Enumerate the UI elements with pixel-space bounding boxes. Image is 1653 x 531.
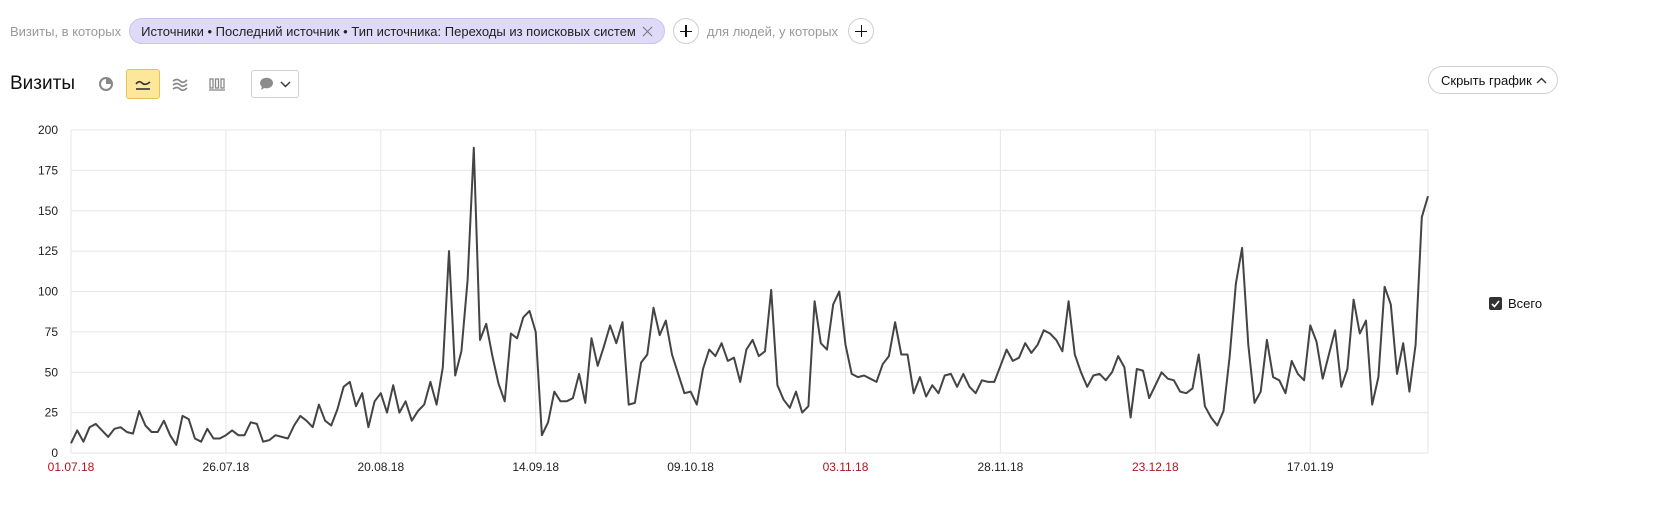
chevron-up-icon [1536,77,1547,83]
x-tick-label: 26.07.18 [203,460,250,474]
view-mode-area-button[interactable] [163,69,197,99]
line-chart-icon [135,80,151,90]
pie-chart-icon [98,77,113,91]
add-people-condition-button[interactable] [848,18,875,44]
speech-bubble-icon [259,77,273,90]
legend-item-total[interactable]: Всего [1489,296,1542,311]
hide-chart-button[interactable]: Скрыть график [1428,66,1558,94]
x-tick-label: 09.10.18 [667,460,714,474]
x-tick-label: 28.11.18 [977,460,1023,474]
x-tick-label: 23.12.18 [1132,460,1179,474]
people-filter-label: для людей, у которых [706,23,839,39]
bar-chart-icon [208,78,225,91]
y-tick-label: 0 [51,446,58,460]
add-visit-condition-button[interactable] [672,18,699,44]
y-tick-label: 200 [38,123,58,137]
y-tick-label: 150 [38,204,58,218]
y-tick-label: 50 [45,365,59,379]
page-title: Визиты [10,73,75,94]
y-tick-label: 175 [38,163,58,177]
series-line-total [70,146,1429,446]
y-tick-label: 75 [45,325,59,339]
y-tick-label: 25 [45,406,59,420]
x-tick-label: 14.09.18 [512,460,559,474]
checkbox-checked-icon[interactable] [1489,297,1502,310]
chart-notes-dropdown[interactable] [250,70,299,98]
segment-filter-row: Визиты, в которых Источники • Последний … [10,16,875,46]
x-tick-label: 03.11.18 [823,460,869,474]
view-mode-bar-button[interactable] [200,69,234,99]
segment-chip[interactable]: Источники • Последний источник • Тип ист… [129,18,665,44]
close-icon[interactable] [642,26,653,37]
view-mode-line-button[interactable] [125,69,160,99]
visits-line-chart: 0 25 50 75 100 125 150 175 200 01.07.18 26.07.18 2… [38,123,1429,474]
chevron-down-icon [280,81,291,87]
area-chart-icon [172,78,188,91]
y-axis: 0 25 50 75 100 125 150 175 200 [38,123,58,460]
y-tick-label: 100 [38,285,58,299]
report-header: Визиты [10,68,299,100]
x-tick-label: 20.08.18 [357,460,404,474]
x-axis: 01.07.18 26.07.18 20.08.18 14.09.18 09.10.18… [48,460,1334,474]
x-tick-label: 17.01.19 [1287,460,1334,474]
y-tick-label: 125 [38,244,58,258]
view-mode-pie-button[interactable] [89,69,123,99]
hide-chart-label: Скрыть график [1441,72,1532,88]
segment-chip-label: Источники • Последний источник • Тип ист… [141,23,636,39]
x-tick-label: 01.07.18 [48,460,95,474]
visits-filter-label: Визиты, в которых [10,23,122,39]
legend-label: Всего [1508,296,1543,311]
